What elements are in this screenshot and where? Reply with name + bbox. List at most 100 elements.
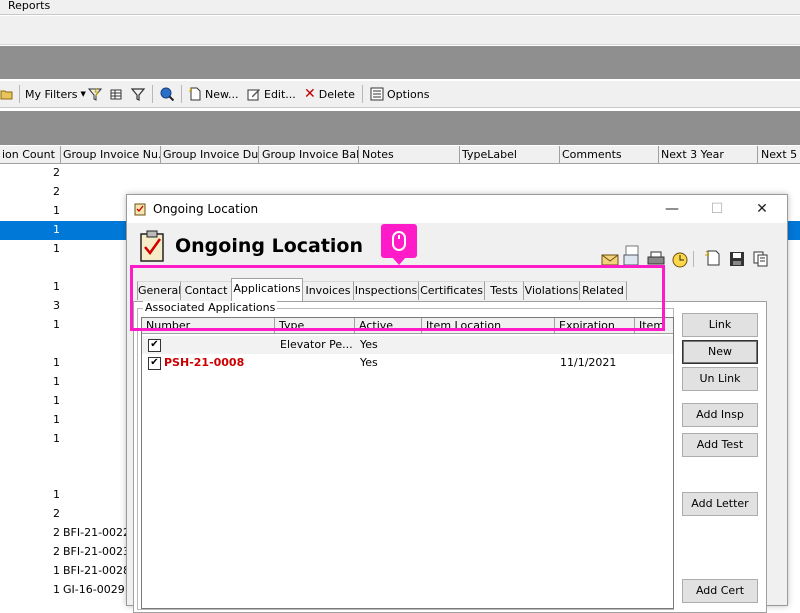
new-application-button[interactable]: New [682,340,758,364]
grid-column-headers: ion Count Group Invoice Nu... Group Invo… [0,146,800,164]
toolbar-separator [181,85,182,103]
tab-strip-highlight [130,265,665,331]
column-header-invoice-due[interactable]: Group Invoice Du... [161,146,259,163]
filter-grid-button[interactable] [110,84,124,104]
save-icon[interactable] [729,251,745,267]
column-header-count[interactable]: ion Count [0,146,61,163]
row-count: 1 [53,223,60,236]
dialog-titlebar[interactable]: Ongoing Location — ☐ ✕ [127,195,787,223]
toolbar-separator [152,85,153,103]
open-folder-button[interactable] [0,84,14,104]
my-filters-label: My Filters [25,87,78,101]
mouse-click-badge [381,224,417,258]
row-count: 1 [53,432,60,445]
column-header-comments[interactable]: Comments [560,146,659,163]
row-count: 1 [53,583,60,596]
new-button-label: New... [205,87,239,101]
delete-button[interactable]: ✕ Delete [304,84,355,104]
new-page-icon[interactable] [704,249,722,267]
row-count: 1 [53,356,60,369]
add-letter-button[interactable]: Add Letter [682,492,758,516]
link-button[interactable]: Link [682,313,758,337]
maximize-button[interactable]: ☐ [697,197,737,221]
column-header-next-5-year[interactable]: Next 5 Y [759,146,800,163]
gray-band-top [0,46,800,79]
row-count: 1 [53,564,60,577]
filter-button[interactable] [131,84,145,104]
edit-document-icon [247,89,260,101]
new-document-icon [189,87,201,101]
filter-lightning-icon [88,87,102,101]
toolbar-separator [693,251,694,267]
application-active: Yes [360,338,378,351]
ongoing-location-dialog: Ongoing Location — ☐ ✕ Ongoing Location … [126,194,788,613]
reports-menu-bar: Reports [0,0,800,15]
row-count: 3 [53,299,60,312]
row-count: 1 [53,204,60,217]
row-invoice: GI-16-0029 [63,583,125,596]
funnel-icon [131,88,145,101]
folder-open-icon [0,90,13,100]
row-invoice: BFI-21-0022 [63,526,131,539]
application-row[interactable]: ✔ Elevator Pe... Yes [142,336,673,354]
row-count: 2 [53,507,60,520]
mouse-icon [392,231,406,251]
new-button[interactable]: New... [188,84,238,104]
close-button[interactable]: ✕ [742,197,782,221]
filter-table-icon [110,89,122,100]
search-button[interactable] [160,84,174,104]
edit-button[interactable]: Edit... [247,84,296,104]
reports-menu-item[interactable]: Reports [8,0,50,12]
row-count: 1 [53,318,60,331]
column-header-notes[interactable]: Notes [360,146,460,163]
application-expiration: 11/1/2021 [560,356,617,369]
column-header-next-3-year[interactable]: Next 3 Year [659,146,758,163]
row-invoice: BFI-21-0028 [63,564,131,577]
application-row[interactable]: ✔ PSH-21-0008 Yes 11/1/2021 [142,354,673,372]
row-count: 2 [53,185,60,198]
options-button-label: Options [387,87,430,101]
delete-button-label: Delete [318,87,355,101]
tab-applications[interactable]: Applications [231,278,303,301]
column-header-invoice-number[interactable]: Group Invoice Nu... [61,146,161,163]
add-inspection-button[interactable]: Add Insp [682,403,758,427]
application-active: Yes [360,356,378,369]
edit-button-label: Edit... [264,87,296,101]
add-certificate-button[interactable]: Add Cert [682,579,758,603]
column-header-typelabel[interactable]: TypeLabel [460,146,560,163]
toolbar-separator [362,85,363,103]
row-checkbox[interactable]: ✔ [148,339,161,352]
row-count: 2 [53,545,60,558]
applications-grid: Number Type Active Item Location Expirat… [141,317,674,609]
unlink-button[interactable]: Un Link [682,367,758,391]
clipboard-app-icon [134,203,146,216]
badge-pointer [392,257,406,265]
table-row[interactable]: 2 [0,164,800,183]
add-test-button[interactable]: Add Test [682,433,758,457]
filter-wizard-button[interactable] [88,84,102,104]
clock-icon[interactable] [671,251,689,269]
main-toolbar: My Filters ▼ New... Edit... ✕ Delete Opt… [0,81,800,108]
my-filters-dropdown[interactable]: My Filters ▼ [25,84,86,104]
row-count: 1 [53,413,60,426]
dropdown-arrow-icon: ▼ [80,90,86,98]
toolbar-separator [19,85,20,103]
application-number[interactable]: PSH-21-0008 [164,356,244,369]
clipboard-checklist-icon [140,230,164,262]
options-button[interactable]: Options [370,84,429,104]
row-count: 1 [53,280,60,293]
row-count: 1 [53,488,60,501]
minimize-button[interactable]: — [652,197,692,221]
row-checkbox[interactable]: ✔ [148,357,161,370]
options-list-icon [370,87,384,101]
copy-pages-icon[interactable] [753,251,769,267]
row-count: 1 [53,394,60,407]
magnifier-globe-icon [160,87,174,101]
email-attachment-icon[interactable] [623,245,641,267]
delete-x-icon: ✕ [304,86,316,102]
row-count: 1 [53,375,60,388]
row-count: 2 [53,166,60,179]
ribbon-strip [0,16,800,45]
column-header-invoice-balance[interactable]: Group Invoice Bal... [260,146,359,163]
row-count: 2 [53,526,60,539]
